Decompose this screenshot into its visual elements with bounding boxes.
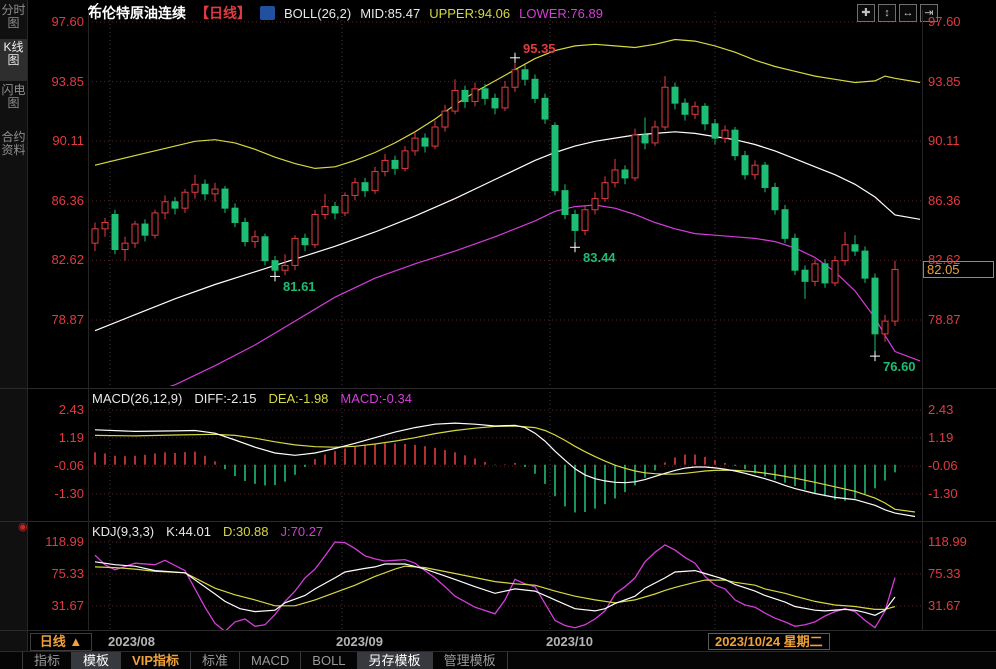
price-annotation: 83.44	[583, 250, 616, 266]
price-annotation: 76.60	[883, 359, 916, 375]
axis-tick-label: 118.99	[928, 534, 967, 549]
month-label: 2023/10	[546, 634, 593, 649]
plot-left-edge	[88, 10, 89, 630]
kdj-j-value: J:70.27	[280, 524, 324, 539]
sidebar-item-3[interactable]: 合约资料	[0, 129, 27, 195]
axis-tick-label: 97.60	[51, 14, 84, 29]
y-axis-scale-icon[interactable]: ↕	[878, 4, 896, 22]
axis-tick-label: -1.30	[928, 486, 958, 501]
axis-tick-label: 31.67	[928, 598, 961, 613]
plot-right-edge	[922, 10, 923, 630]
kline-chart-window: 分时图 K线图 闪电图合约资料 布伦特原油连续 【日线】 BOLL(26,2) MI…	[0, 0, 996, 669]
boll-chart-icon[interactable]	[88, 3, 275, 20]
axis-tick-label: 82.62	[51, 252, 84, 268]
sidebar-item-2[interactable]: 闪电图	[0, 82, 27, 122]
sidebar-item-1[interactable]: K线图	[0, 39, 27, 81]
axis-tick-label: -0.06	[928, 458, 958, 474]
toolbar-item-6[interactable]: 另存模板	[357, 652, 433, 669]
price-annotation: 81.61	[283, 279, 316, 295]
boll-mid-value: MID:85.47	[360, 5, 421, 21]
macd-diff-value: DIFF:-2.15	[194, 391, 257, 406]
macd-header: MACD(26,12,9) DIFF:-2.15 DEA:-1.98 MACD:…	[92, 391, 412, 406]
axis-tick-label: 75.33	[928, 566, 961, 581]
kdj-header: KDJ(9,3,3) K:44.01 D:30.88 J:70.27	[92, 524, 323, 539]
axis-tick-label: 75.33	[51, 566, 84, 581]
crosshair-date-badge: 2023/10/24 星期二	[708, 633, 830, 650]
period-selector[interactable]: 日线 ▲	[30, 633, 92, 651]
chart-header: 布伦特原油连续 【日线】 BOLL(26,2) MID:85.47 UPPER:…	[88, 3, 603, 23]
kdj-k-value: K:44.01	[166, 524, 211, 539]
axis-tick-label: -0.06	[54, 458, 84, 474]
panel-divider	[0, 630, 996, 631]
axis-tick-label: -1.30	[54, 486, 84, 501]
toolbar-item-3[interactable]: 标准	[191, 652, 241, 669]
axis-tick-label: 1.19	[58, 429, 84, 445]
axis-tick-label: 78.87	[51, 312, 84, 327]
crosshair-move-icon[interactable]: ✚	[857, 4, 875, 22]
boll-lower-value: LOWER:76.89	[519, 5, 603, 21]
axis-tick-label: 93.85	[51, 73, 84, 89]
month-label: 2023/08	[108, 634, 155, 649]
axis-tick-label: 82.62	[928, 252, 961, 268]
axis-tick-label: 90.11	[928, 133, 960, 149]
panel-divider	[0, 521, 996, 522]
toolbar-item-7[interactable]: 管理模板	[433, 652, 508, 669]
bottom-toolbar: 指标 模板 VIP指标 标准 MACD BOLL 另存模板 管理模板	[0, 652, 996, 669]
axis-tick-label: 97.60	[928, 14, 961, 29]
x-axis-scale-icon[interactable]: ↔	[899, 4, 917, 22]
macd-macd-value: MACD:-0.34	[340, 391, 412, 406]
toolbar-item-0[interactable]: 指标	[22, 652, 73, 669]
axis-tick-label: 93.85	[928, 73, 961, 89]
axis-tick-label: 86.36	[928, 192, 961, 208]
kdj-params: KDJ(9,3,3)	[92, 524, 155, 539]
sidebar-item-0[interactable]: 分时图	[0, 2, 27, 40]
axis-tick-label: 2.43	[58, 402, 84, 417]
chart-canvas[interactable]	[0, 0, 996, 669]
axis-tick-label: 78.87	[928, 312, 961, 327]
price-annotation: 95.35	[523, 40, 556, 56]
panel-divider	[0, 388, 996, 389]
boll-upper-value: UPPER:94.06	[429, 5, 511, 21]
toolbar-item-5[interactable]: BOLL	[301, 652, 358, 669]
macd-params: MACD(26,12,9)	[92, 391, 183, 406]
indicator-name: BOLL(26,2)	[284, 5, 352, 21]
symbol-title: 布伦特原油连续	[88, 5, 186, 21]
toolbar-item-2[interactable]: VIP指标	[121, 652, 191, 669]
toolbar-item-4[interactable]: MACD	[240, 652, 302, 669]
axis-tick-label: 31.67	[51, 598, 84, 613]
axis-tick-label: 118.99	[45, 534, 84, 549]
kdj-d-value: D:30.88	[222, 524, 269, 539]
axis-tick-label: 2.43	[928, 402, 954, 417]
toolbar-item-1[interactable]: 模板	[72, 652, 122, 669]
period-tag: 【日线】	[195, 5, 251, 21]
month-label: 2023/09	[336, 634, 383, 649]
axis-tick-label: 1.19	[928, 429, 954, 445]
axis-tick-label: 86.36	[51, 192, 84, 208]
macd-dea-value: DEA:-1.98	[268, 391, 329, 406]
left-sidebar: 分时图 K线图 闪电图合约资料	[0, 0, 28, 651]
axis-tick-label: 90.11	[52, 133, 84, 149]
